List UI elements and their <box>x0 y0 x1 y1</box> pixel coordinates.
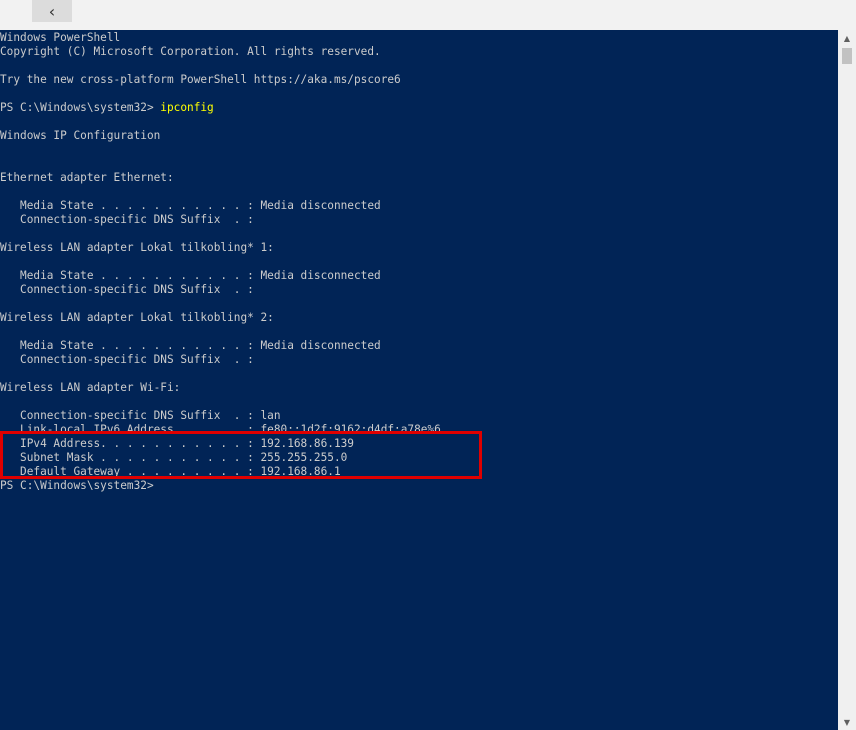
console-prompt: PS C:\Windows\system32> <box>0 101 161 114</box>
console-banner-copyright: Copyright (C) Microsoft Corporation. All… <box>0 45 381 58</box>
wlan2-dns-suffix: Connection-specific DNS Suffix . : <box>0 353 254 366</box>
chevron-left-icon: ‹ <box>48 1 56 21</box>
ipconfig-header: Windows IP Configuration <box>0 129 161 142</box>
ethernet-dns-suffix: Connection-specific DNS Suffix . : <box>0 213 254 226</box>
console-prompt-current: PS C:\Windows\system32> <box>0 479 154 492</box>
ethernet-adapter-header: Ethernet adapter Ethernet: <box>0 171 174 184</box>
console-command-line: PS C:\Windows\system32> ipconfig <box>0 101 214 115</box>
wlan1-media-state: Media State . . . . . . . . . . . : Medi… <box>0 269 381 282</box>
powershell-console[interactable]: Windows PowerShell Copyright (C) Microso… <box>0 30 838 730</box>
console-command: ipconfig <box>160 101 214 114</box>
title-bar: ‹ <box>0 0 856 30</box>
wifi-adapter-header: Wireless LAN adapter Wi-Fi: <box>0 381 181 394</box>
wifi-subnet-mask: Subnet Mask . . . . . . . . . . . : 255.… <box>0 451 348 464</box>
ethernet-media-state: Media State . . . . . . . . . . . : Medi… <box>0 199 381 212</box>
wifi-ipv4-address: IPv4 Address. . . . . . . . . . . : 192.… <box>0 437 354 450</box>
wlan1-adapter-header: Wireless LAN adapter Lokal tilkobling* 1… <box>0 241 274 254</box>
wifi-ipv6-address: Link-local IPv6 Address . . . . . : fe80… <box>0 423 441 436</box>
wifi-default-gateway: Default Gateway . . . . . . . . . : 192.… <box>0 465 341 478</box>
wifi-dns-suffix: Connection-specific DNS Suffix . : lan <box>0 409 281 422</box>
scrollbar-thumb[interactable] <box>842 48 852 64</box>
console-banner-title: Windows PowerShell <box>0 31 121 44</box>
wlan1-dns-suffix: Connection-specific DNS Suffix . : <box>0 283 254 296</box>
back-button[interactable]: ‹ <box>32 0 72 22</box>
wlan2-media-state: Media State . . . . . . . . . . . : Medi… <box>0 339 381 352</box>
console-banner-pscore: Try the new cross-platform PowerShell ht… <box>0 73 401 86</box>
scroll-down-arrow-icon[interactable]: ▼ <box>838 714 856 730</box>
wlan2-adapter-header: Wireless LAN adapter Lokal tilkobling* 2… <box>0 311 274 324</box>
scroll-up-arrow-icon[interactable]: ▲ <box>838 30 856 46</box>
vertical-scrollbar[interactable]: ▲ ▼ <box>838 30 856 730</box>
